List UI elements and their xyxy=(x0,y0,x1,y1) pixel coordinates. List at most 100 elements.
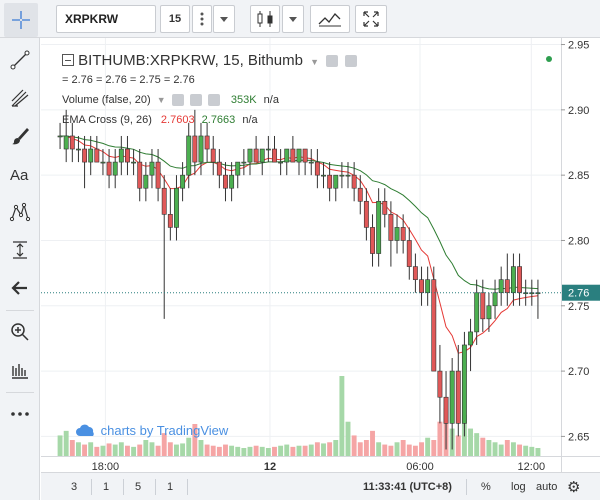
candle-body xyxy=(400,227,406,241)
log-toggle[interactable]: log xyxy=(511,481,526,493)
hide-icon[interactable] xyxy=(189,94,202,107)
chart-type-dropdown-button[interactable] xyxy=(282,5,304,33)
candle-body xyxy=(149,161,155,176)
tradingview-watermark[interactable]: charts by TradingView xyxy=(75,423,228,438)
candle-body xyxy=(461,344,467,424)
brush-tool[interactable] xyxy=(4,120,36,152)
auto-toggle[interactable]: auto xyxy=(536,481,557,493)
cloud-icon xyxy=(76,424,94,436)
volume-bar xyxy=(517,444,523,456)
pattern-icon xyxy=(9,202,31,222)
interval-more-button[interactable] xyxy=(192,5,212,33)
volume-bar xyxy=(75,442,81,456)
text-tool[interactable]: Aa xyxy=(4,158,36,190)
candle-body xyxy=(394,227,400,241)
gear-icon[interactable]: ⚙ xyxy=(567,478,580,496)
candle-body xyxy=(241,161,247,164)
time-tick-label: 12 xyxy=(264,461,276,472)
price-tick-label: 2.75 xyxy=(568,301,589,313)
close-icon[interactable] xyxy=(207,94,220,107)
watermark-text: charts by TradingView xyxy=(100,423,229,438)
ema-slow-value: 2.7663 xyxy=(201,114,236,126)
settings-icon[interactable] xyxy=(326,55,339,68)
volume-bar xyxy=(137,444,143,456)
time-tick-label: 18:00 xyxy=(92,461,120,472)
fullscreen-button[interactable] xyxy=(355,5,387,33)
volume-bar xyxy=(382,444,388,456)
volume-bar xyxy=(363,440,369,456)
candle-body xyxy=(412,266,418,280)
volume-bar xyxy=(425,437,431,456)
range-1b[interactable]: 1 xyxy=(167,481,173,493)
candle-body xyxy=(382,200,388,215)
text-icon: Aa xyxy=(10,167,29,184)
symbol-search-input[interactable]: XRPKRW xyxy=(56,5,156,33)
chevron-down-icon xyxy=(289,17,297,22)
status-dot-icon xyxy=(546,56,552,62)
candle-body xyxy=(253,148,259,163)
candle-body xyxy=(388,214,394,241)
range-5[interactable]: 5 xyxy=(135,481,141,493)
volume-bar xyxy=(388,445,394,456)
settings-icon[interactable] xyxy=(171,94,184,107)
candle-body xyxy=(137,161,143,189)
candle-body xyxy=(216,161,222,176)
volume-bar xyxy=(400,440,406,456)
pitchfork-tool[interactable] xyxy=(4,82,36,114)
chevron-down-icon[interactable]: ▼ xyxy=(157,95,166,105)
pattern-tool[interactable] xyxy=(4,196,36,228)
collapse-legend-icon[interactable] xyxy=(62,54,74,66)
crosshair-icon xyxy=(12,11,30,29)
volume-bar xyxy=(69,440,75,456)
candle-body xyxy=(296,148,302,163)
volume-bar xyxy=(253,445,259,456)
range-1[interactable]: 1 xyxy=(103,481,109,493)
volume-bar xyxy=(272,446,277,456)
candle-body xyxy=(235,161,241,176)
chevron-down-icon[interactable]: ▼ xyxy=(310,57,319,67)
zoom-tool[interactable] xyxy=(4,316,36,348)
magnet-tool[interactable] xyxy=(4,354,36,386)
volume-bar xyxy=(412,445,418,456)
volume-bar xyxy=(131,446,137,456)
chart-type-button[interactable] xyxy=(250,5,280,33)
candle-body xyxy=(345,174,351,177)
candle-body xyxy=(82,148,88,163)
back-tool[interactable] xyxy=(4,272,36,304)
candle-body xyxy=(112,161,118,176)
crosshair-tool[interactable] xyxy=(4,3,38,37)
volume-bar xyxy=(302,445,308,456)
divider xyxy=(187,479,188,495)
candle-body xyxy=(278,161,284,164)
last-price-label: 2.76 xyxy=(568,288,589,300)
price-tick-label: 2.85 xyxy=(568,170,589,182)
range-3[interactable]: 3 xyxy=(71,481,77,493)
trend-line-tool[interactable] xyxy=(4,44,36,76)
measure-tool[interactable] xyxy=(4,234,36,266)
time-tick-label: 12:00 xyxy=(518,461,546,472)
zoom-in-icon xyxy=(11,323,29,341)
ema-na: n/a xyxy=(242,114,258,126)
volume-bar xyxy=(167,442,173,456)
percent-toggle[interactable]: % xyxy=(481,481,491,493)
volume-bar xyxy=(180,443,186,456)
candle-body xyxy=(376,200,382,254)
interval-dropdown-button[interactable] xyxy=(213,5,235,33)
indicators-button[interactable] xyxy=(310,5,350,33)
candle-body xyxy=(210,148,216,163)
volume-bar xyxy=(504,440,510,456)
close-icon[interactable] xyxy=(345,55,358,68)
more-tools-button[interactable] xyxy=(4,398,36,430)
chevron-down-icon xyxy=(220,17,228,22)
volume-bar xyxy=(351,435,357,456)
candle-body xyxy=(333,174,339,189)
candle-body xyxy=(161,187,167,215)
candle-body xyxy=(118,148,124,163)
candle-body xyxy=(180,174,186,189)
price-axis[interactable] xyxy=(561,38,600,472)
candle-body xyxy=(474,292,480,333)
candle-body xyxy=(302,148,308,163)
interval-selector[interactable]: 15 xyxy=(160,5,190,33)
volume-bar xyxy=(492,442,498,456)
volume-bar xyxy=(327,442,333,456)
